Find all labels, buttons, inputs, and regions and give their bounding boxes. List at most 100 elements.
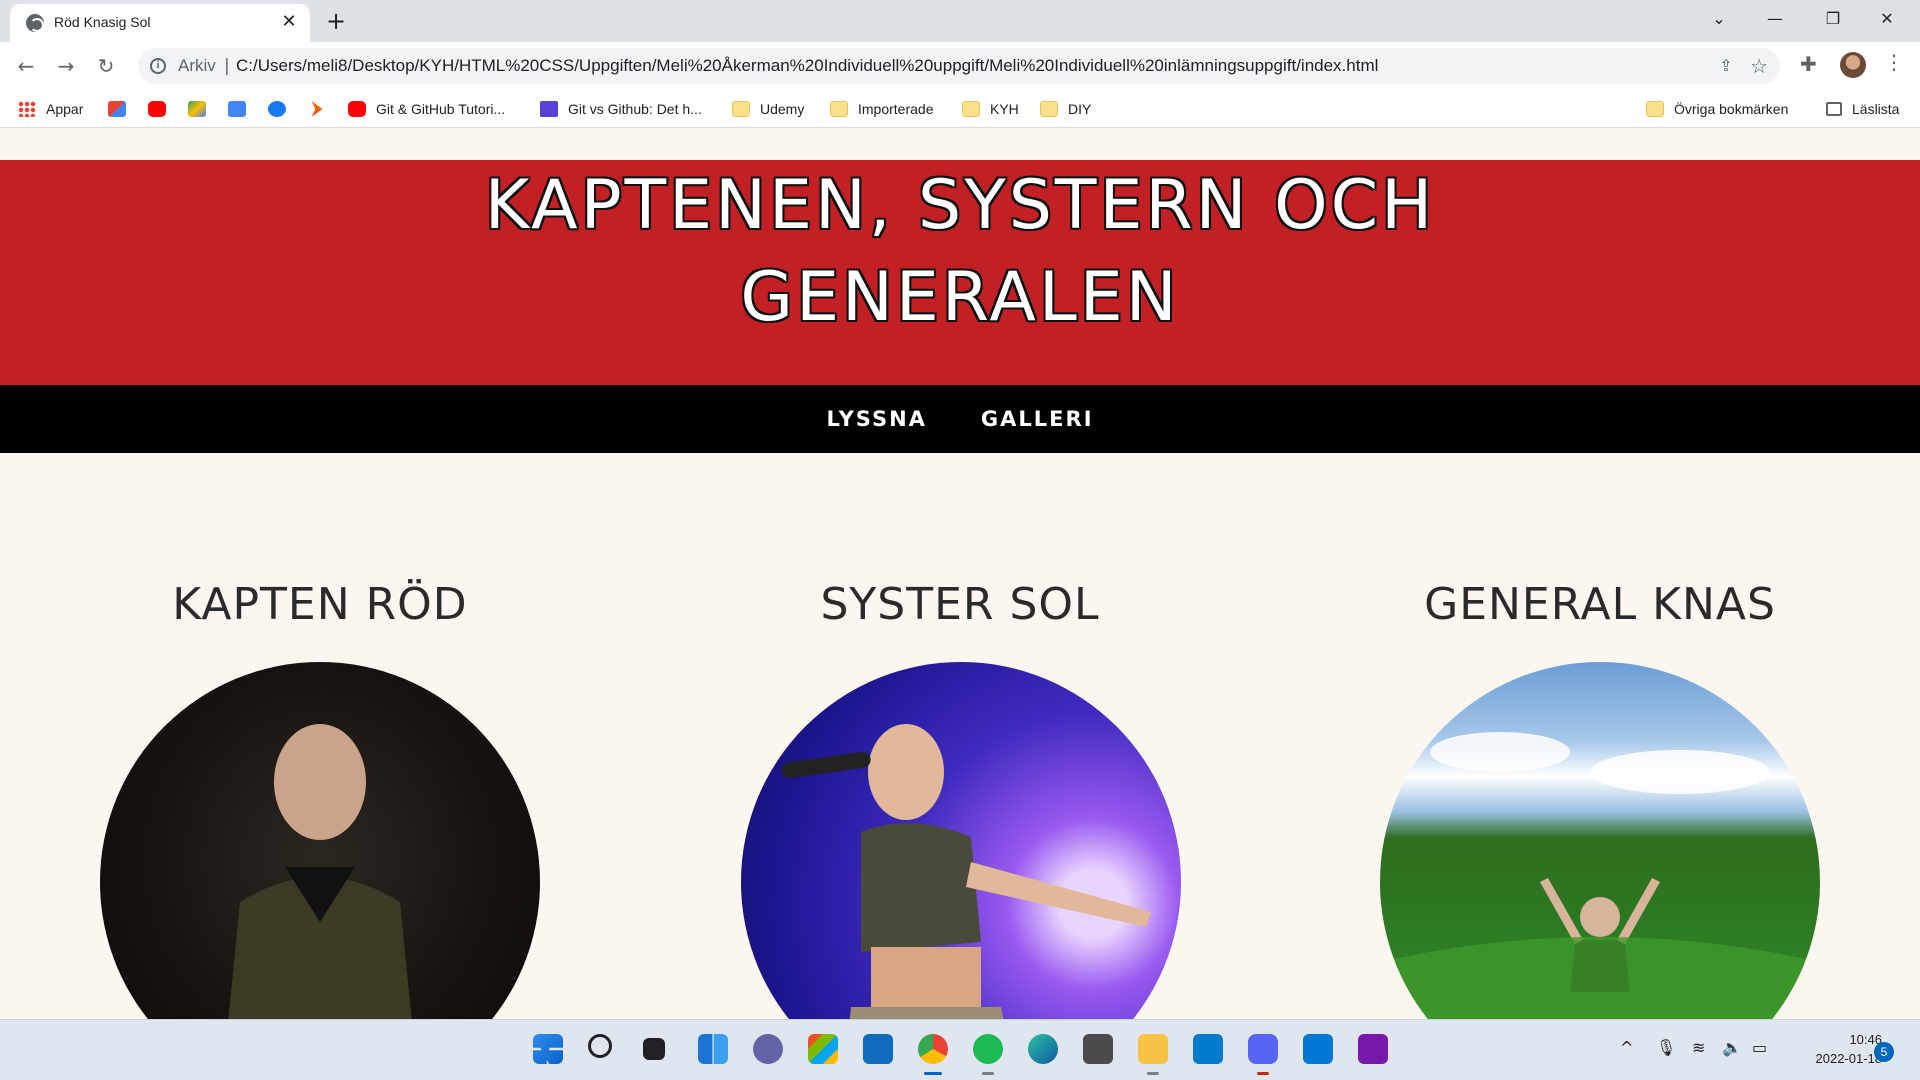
folder-icon [1040,101,1058,117]
task-view-icon[interactable] [643,1038,665,1060]
youtube-icon [348,101,366,117]
hero-banner: KAPTENEN, SYSTERN OCH GENERALEN [0,160,1920,385]
gmail-icon [108,101,126,117]
windows-start-icon[interactable] [533,1034,563,1064]
forward-button[interactable]: → [52,52,80,80]
widgets-icon[interactable] [698,1034,728,1064]
chrome-running-indicator [924,1072,942,1075]
share-icon[interactable]: ⇪ [1716,56,1736,76]
bookmark-facebook[interactable] [268,98,296,120]
address-separator: | [224,56,230,76]
battery-icon[interactable]: ▭ [1752,1038,1767,1057]
taskbar-clock[interactable]: 10:46 2022-01-18 [1790,1030,1883,1068]
info-icon[interactable]: i [150,58,166,74]
clock-date: 2022-01-18 [1815,1051,1883,1066]
store-icon[interactable] [808,1034,838,1064]
tray-overflow-chevron-icon[interactable]: ^ [1620,1038,1633,1057]
browser-tab[interactable]: Röd Knasig Sol ✕ [10,4,310,42]
portrait-general-knas [1380,662,1820,1019]
site-navbar: LYSSNA GALLERI [0,385,1920,453]
translate-icon [228,101,246,117]
portrait-kapten-rod [100,662,540,1019]
tab-title: Röd Knasig Sol [54,14,151,30]
spotify-running-indicator [982,1072,994,1075]
tab-close-icon[interactable]: ✕ [278,11,300,33]
address-url[interactable]: C:/Users/meli8/Desktop/KYH/HTML%20CSS/Up… [236,56,1378,76]
tab-search-icon[interactable]: ⌄ [1696,0,1742,38]
chrome-icon[interactable] [918,1034,948,1064]
bookmark-translate[interactable] [228,98,256,120]
edge-icon[interactable] [1028,1034,1058,1064]
maps-icon [188,101,206,117]
forest-portrait-illustration [1380,732,1820,1019]
address-bar[interactable]: i Arkiv | C:/Users/meli8/Desktop/KYH/HTM… [138,48,1780,84]
site-title-line-1: KAPTENEN, SYSTERN OCH [484,166,1436,245]
folder-icon [732,101,750,117]
member-kapten-rod: KAPTEN RÖD [60,579,580,630]
profile-avatar[interactable] [1840,52,1866,78]
bookmark-apps[interactable]: Appar [18,98,83,120]
bookmark-folder-diy[interactable]: DIY [1040,98,1091,120]
site-title-line-2: GENERALEN [740,258,1180,337]
clock-time: 10:46 [1849,1032,1882,1047]
volume-icon[interactable]: 🔈 [1722,1038,1742,1057]
bookmark-folder-other[interactable]: Övriga bokmärken [1646,98,1788,120]
maximize-button[interactable]: ❐ [1810,0,1856,38]
chevron-app-icon [311,101,323,117]
mail-icon[interactable] [863,1034,893,1064]
browser-toolbar: ← → ↻ i Arkiv | C:/Users/meli8/Desktop/K… [0,42,1920,90]
folder-icon [962,101,980,117]
sublime-icon[interactable] [1083,1034,1113,1064]
discord-running-indicator [1257,1072,1269,1075]
minimize-button[interactable]: — [1752,0,1798,38]
nav-link-galleri[interactable]: GALLERI [981,407,1094,431]
address-scheme-label: Arkiv [178,56,216,75]
bookmark-git-vs-github[interactable]: Git vs Github: Det h... [540,98,702,120]
onenote-icon[interactable] [1358,1034,1388,1064]
member-syster-sol: SYSTER SOL [700,579,1220,630]
teams-chat-icon[interactable] [753,1034,783,1064]
folder-icon [1646,101,1664,117]
bookmark-youtube[interactable] [148,98,176,120]
outlook-icon[interactable] [1303,1034,1333,1064]
microphone-icon[interactable]: 🎙 [1656,1038,1676,1057]
bookmark-folder-udemy[interactable]: Udemy [732,98,804,120]
bookmark-gmail[interactable] [108,98,136,120]
search-icon[interactable] [588,1034,612,1058]
bookmarks-bar: Appar Git & GitHub Tutori... Git vs Gith… [0,90,1920,128]
bookmark-git-github-tutorial[interactable]: Git & GitHub Tutori... [348,98,505,120]
close-window-button[interactable]: ✕ [1864,0,1910,38]
web-page: KAPTENEN, SYSTERN OCH GENERALEN LYSSNA G… [0,129,1920,1019]
site-title: KAPTENEN, SYSTERN OCH GENERALEN [0,160,1920,344]
folder-icon [830,101,848,117]
portrait-syster-sol [741,662,1181,1019]
singer-portrait-illustration [781,724,1151,1019]
bookmark-chevron-app[interactable] [308,98,336,120]
wifi-icon[interactable]: ≋ [1692,1038,1705,1057]
member-name: GENERAL KNAS [1424,579,1776,630]
new-tab-button[interactable]: + [322,8,350,36]
nav-link-lyssna[interactable]: LYSSNA [826,407,926,431]
bookmark-folder-importerade[interactable]: Importerade [830,98,933,120]
member-general-knas: GENERAL KNAS [1340,579,1860,630]
bookmark-folder-kyh[interactable]: KYH [962,98,1019,120]
member-name: SYSTER SOL [820,579,1100,630]
reload-button[interactable]: ↻ [92,52,120,80]
youtube-icon [148,101,166,117]
browser-menu-icon[interactable]: ⋮ [1884,50,1904,74]
file-explorer-icon[interactable] [1138,1034,1168,1064]
spotify-icon[interactable] [973,1034,1003,1064]
discord-icon[interactable] [1248,1034,1278,1064]
globe-icon [26,14,44,32]
bookmark-star-icon[interactable]: ☆ [1750,54,1768,78]
man-portrait-illustration [228,724,412,1019]
back-button[interactable]: ← [12,52,40,80]
explorer-running-indicator [1147,1072,1159,1075]
k-icon [540,101,558,117]
member-name: KAPTEN RÖD [172,579,468,630]
notification-badge[interactable]: 5 [1874,1042,1894,1062]
bookmark-maps[interactable] [188,98,216,120]
reading-list-button[interactable]: Läslista [1826,98,1899,120]
extensions-icon[interactable]: ✚ [1800,52,1817,76]
vscode-icon[interactable] [1193,1034,1223,1064]
